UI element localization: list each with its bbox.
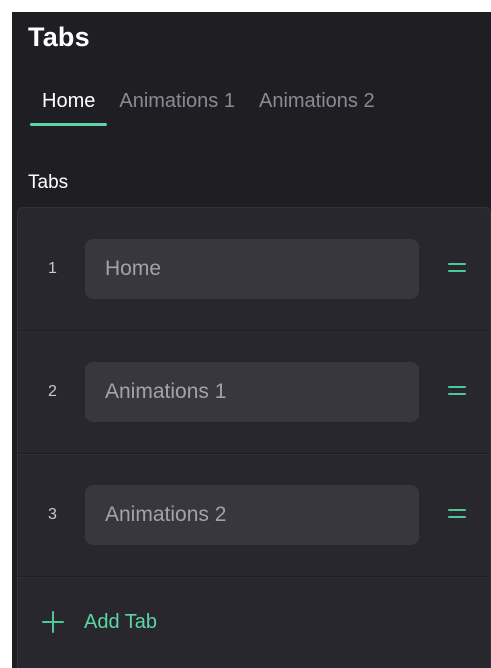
list-item: 1 bbox=[18, 208, 490, 331]
tab-home[interactable]: Home bbox=[30, 88, 108, 126]
plus-icon bbox=[42, 611, 64, 633]
row-index: 1 bbox=[48, 260, 57, 277]
drag-handle-icon[interactable] bbox=[448, 263, 466, 275]
tabs-panel: Tabs Home Animations 1 Animations 2 Tabs… bbox=[12, 12, 491, 668]
tab-name-field[interactable] bbox=[85, 362, 419, 422]
drag-handle-icon[interactable] bbox=[448, 386, 466, 398]
row-index: 3 bbox=[48, 506, 57, 523]
list-item: 2 bbox=[18, 331, 490, 454]
add-tab-label: Add Tab bbox=[84, 610, 158, 633]
tab-bar: Home Animations 1 Animations 2 bbox=[30, 88, 387, 128]
tab-name-field[interactable] bbox=[85, 485, 419, 545]
tab-animations-2[interactable]: Animations 2 bbox=[247, 88, 387, 126]
tab-name-field[interactable] bbox=[85, 239, 419, 299]
tab-animations-1[interactable]: Animations 1 bbox=[107, 88, 247, 126]
list-item: 3 bbox=[18, 454, 490, 577]
section-label: Tabs bbox=[28, 172, 69, 193]
panel-title: Tabs bbox=[28, 22, 90, 52]
add-tab-button[interactable]: Add Tab bbox=[18, 577, 490, 667]
tabs-list: 1 2 3 Add Tab bbox=[17, 207, 491, 668]
drag-handle-icon[interactable] bbox=[448, 509, 466, 521]
row-index: 2 bbox=[48, 383, 57, 400]
